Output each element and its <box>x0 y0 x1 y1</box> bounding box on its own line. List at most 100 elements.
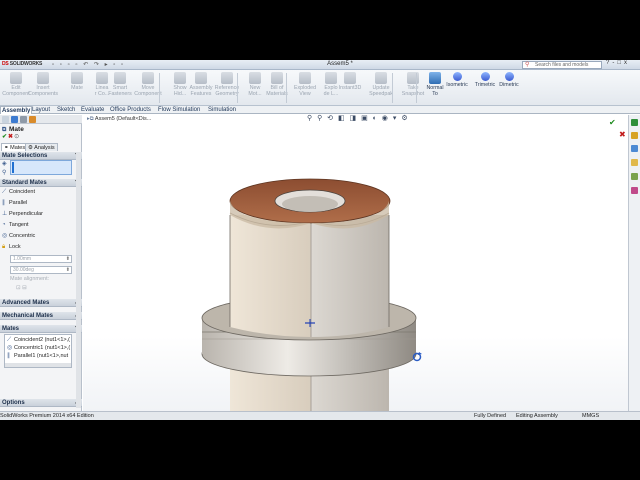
smart-fasteners-icon <box>114 72 126 84</box>
section-standard-mates[interactable]: Standard Mates⌃ <box>0 179 82 187</box>
dimetric-icon <box>504 72 514 81</box>
dimetric-button[interactable]: Dimetric <box>494 72 524 88</box>
instant3d-icon <box>344 72 356 84</box>
mate-perpendicular[interactable]: ⊥ Perpendicular <box>2 211 43 218</box>
editing-mode: Editing Assembly <box>516 413 558 419</box>
tab-office-products[interactable]: Office Products <box>109 106 152 114</box>
display-manager-tab-icon[interactable] <box>29 116 36 123</box>
quick-access-toolbar[interactable]: ▫ ▫ ▫ ▫ ↶ ↷ ▸ ▫ ▫ <box>52 61 125 68</box>
selection-pin-row: ⚲ <box>2 170 9 177</box>
solidworks-window: DS SOLIDWORKS ▫ ▫ ▫ ▫ ↶ ↷ ▸ ▫ ▫ Assem5 *… <box>0 60 640 420</box>
product-edition: SolidWorks Premium 2014 x64 Edition <box>0 413 94 419</box>
cancel-icon: ✖ <box>619 130 626 139</box>
angle-field[interactable]: 30.00deg ⬍ <box>10 266 72 274</box>
isometric-button[interactable]: Isometric <box>442 72 472 88</box>
tab-evaluate[interactable]: Evaluate <box>80 106 105 114</box>
ribbon-label: Isometric <box>446 82 468 88</box>
task-pane <box>628 115 640 411</box>
mate-tangent[interactable]: ◔ Tangent <box>2 222 29 229</box>
mate-concentric[interactable]: ◎ Concentric <box>2 233 35 240</box>
title-bar: DS SOLIDWORKS ▫ ▫ ▫ ▫ ↶ ↷ ▸ ▫ ▫ Assem5 *… <box>0 60 640 70</box>
spinner-icon[interactable]: ⬍ <box>66 267 70 273</box>
concentric-icon: ◎ <box>7 345 13 351</box>
section-options[interactable]: Options⌄ <box>0 399 82 407</box>
mates-tab-icon: ⚭ <box>4 145 9 151</box>
normal-to-icon <box>429 72 441 84</box>
analysis-tab-icon: ⚙ <box>28 145 33 151</box>
assembly-features-icon <box>195 72 207 84</box>
pm-action-buttons: ✔✖⊙ <box>2 134 20 141</box>
horizontal-scrollbar[interactable] <box>5 363 71 367</box>
hex-upper-face-right[interactable] <box>311 215 389 337</box>
pin-icon[interactable]: ⊙ <box>14 134 20 140</box>
custom-properties-icon[interactable] <box>631 187 638 194</box>
ribbon-separator <box>159 73 160 103</box>
spinner-icon[interactable]: ⬍ <box>66 256 70 262</box>
alignment-buttons[interactable]: ⊡ ⊟ <box>16 285 27 292</box>
configuration-manager-tab-icon[interactable] <box>20 116 27 123</box>
list-item[interactable]: ⟋ Coincident2 (nut1<1>,( <box>7 337 70 344</box>
smart-fasteners-button[interactable]: Smart Fasteners <box>105 72 135 97</box>
maximize-icon[interactable]: □ <box>617 60 624 66</box>
instant3d-button[interactable]: Instant3D <box>335 72 365 91</box>
appearances-icon[interactable] <box>631 173 638 180</box>
close-icon[interactable]: x <box>624 60 630 66</box>
faces-selection-icon: ◈ <box>2 161 7 167</box>
distance-field[interactable]: 1.00mm ⬍ <box>10 255 72 263</box>
mate-icon: ⧉ <box>2 127 7 133</box>
tab-flow-simulation[interactable]: Flow Simulation <box>157 106 201 114</box>
ribbon-label: Materials <box>266 91 288 97</box>
parallel-icon: ∥ <box>2 200 5 206</box>
mate-icon <box>71 72 83 84</box>
mate-parallel[interactable]: ∥ Parallel <box>2 200 27 207</box>
insert-components-button[interactable]: Insert Components <box>28 72 58 97</box>
edit-component-icon <box>10 72 22 84</box>
property-manager-panel: ⧉ Mate ✔✖⊙ ⚭ Mates ⚙ Analysis Mate Select… <box>0 115 82 411</box>
design-library-icon[interactable] <box>631 132 638 139</box>
new-motion-icon <box>249 72 261 84</box>
ok-icon: ✔ <box>609 118 616 127</box>
definition-status: Fully Defined <box>474 413 507 419</box>
feature-tree-tab-icon[interactable] <box>2 116 9 123</box>
take-snapshot-icon <box>407 72 419 84</box>
list-item[interactable]: ◎ Concentric1 (nut1<1>,( <box>7 345 70 352</box>
mates-listbox[interactable]: ⟋ Coincident2 (nut1<1>,( ◎ Concentric1 (nu… <box>4 334 72 368</box>
feature-manager-tabs <box>0 115 82 124</box>
command-manager-ribbon: Edit Component Insert Components Mate Linea r … <box>0 70 640 106</box>
section-mates[interactable]: Mates⌃ <box>0 325 82 333</box>
solidworks-logo[interactable]: DS SOLIDWORKS <box>2 61 42 67</box>
nut-model[interactable]: ✔ ✖ <box>83 115 628 411</box>
tab-sketch[interactable]: Sketch <box>56 106 76 114</box>
ribbon-label: de L... <box>323 91 339 97</box>
document-title: Assem5 * <box>327 61 353 67</box>
view-palette-icon[interactable] <box>631 159 638 166</box>
property-manager-tab-icon[interactable] <box>11 116 18 123</box>
edit-component-button[interactable]: Edit Component <box>1 72 31 97</box>
graphics-area[interactable]: ▸⧉ Assem5 (Default<Dis... ⚲ ⚲ ⟲ ◧ ◨ ▣ ◐ … <box>83 115 628 411</box>
pushpin-icon[interactable]: ⚲ <box>2 170 9 177</box>
panel-scrollbar[interactable] <box>76 152 81 408</box>
file-explorer-icon[interactable] <box>631 145 638 152</box>
tab-simulation[interactable]: Simulation <box>207 106 237 114</box>
tab-analysis[interactable]: ⚙ Analysis <box>25 143 58 151</box>
list-item[interactable]: ∥ Parallel1 (nut1<1>,nut <box>7 353 68 360</box>
hex-upper-face-left[interactable] <box>230 215 311 337</box>
tab-layout[interactable]: Layout <box>31 106 51 114</box>
section-advanced-mates[interactable]: Advanced Mates⌄ <box>0 299 82 307</box>
solidworks-resources-icon[interactable] <box>631 119 638 126</box>
update-speedpak-icon <box>375 72 387 84</box>
confirmation-corner[interactable]: ✔ ✖ <box>609 118 626 139</box>
tab-assembly[interactable]: Assembly <box>0 106 33 114</box>
section-mechanical-mates[interactable]: Mechanical Mates⌄ <box>0 312 82 320</box>
mate-coincident[interactable]: ⟋ Coincident <box>2 189 35 196</box>
mate-selections-listbox[interactable] <box>10 160 72 175</box>
mate-lock[interactable]: 🔒︎ Lock <box>2 244 21 251</box>
section-mate-selections[interactable]: Mate Selections⌃ <box>0 152 82 160</box>
bill-of-materials-button[interactable]: Bill of Materials <box>262 72 292 97</box>
ribbon-label: Dimetric <box>499 82 519 88</box>
ribbon-separator <box>416 73 417 103</box>
selection-icon-row: ◈ <box>2 161 9 168</box>
unit-system[interactable]: MMGS <box>582 412 599 420</box>
window-controls[interactable]: ?-□x <box>606 60 630 66</box>
search-input[interactable]: ⚲ Search files and models <box>522 61 602 69</box>
